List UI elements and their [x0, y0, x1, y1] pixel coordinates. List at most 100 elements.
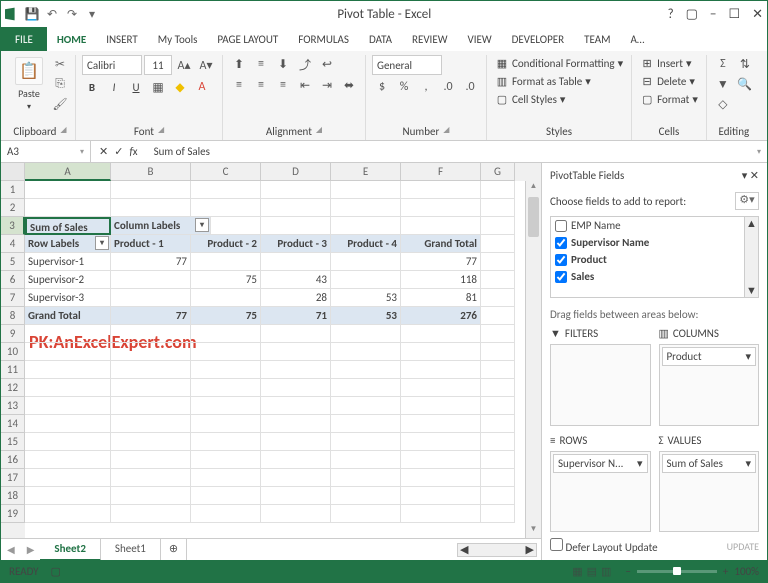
format-cells-button[interactable]: ▢Format ▾ [638, 91, 700, 107]
pivot-cell[interactable]: Product - 4 [331, 235, 401, 253]
cell[interactable] [111, 415, 191, 433]
cell[interactable] [261, 253, 331, 271]
columns-area[interactable]: ▥COLUMNS Product▾ [659, 327, 760, 426]
cell[interactable] [331, 379, 401, 397]
cell-styles-button[interactable]: ▢Cell Styles ▾ [493, 91, 567, 107]
view-buttons[interactable]: ▦▤▥ [570, 565, 613, 578]
cell[interactable] [261, 397, 331, 415]
cell[interactable] [191, 361, 261, 379]
tab-file[interactable]: FILE [1, 27, 47, 51]
field-item[interactable]: Product [551, 251, 758, 268]
cell[interactable] [261, 379, 331, 397]
cell[interactable] [331, 217, 401, 235]
field-item[interactable]: EMP Name [551, 217, 758, 234]
cell[interactable] [111, 181, 191, 199]
cell[interactable] [481, 307, 515, 325]
cell[interactable] [331, 451, 401, 469]
cell[interactable] [331, 181, 401, 199]
maximize-button[interactable]: ☐ [728, 7, 740, 22]
redo-button[interactable]: ↷ [63, 5, 81, 23]
cell[interactable] [25, 343, 111, 361]
pivot-cell[interactable]: 118 [401, 271, 481, 289]
filter-dropdown-icon[interactable]: ▾ [195, 218, 209, 232]
cell[interactable] [261, 505, 331, 523]
scroll-down-icon[interactable]: ▼ [526, 524, 541, 538]
pivot-cell[interactable]: Supervisor-1 [25, 253, 111, 271]
cell[interactable] [481, 181, 515, 199]
field-name[interactable]: Supervisor Name [571, 236, 649, 249]
cell[interactable] [481, 451, 515, 469]
align-top-icon[interactable]: ⬆ [229, 55, 249, 73]
tab-more[interactable]: A… [621, 27, 655, 51]
tab-home[interactable]: HOME [47, 27, 96, 51]
tab-insert[interactable]: INSERT [96, 27, 148, 51]
expand-formula-icon[interactable]: ▾ [751, 147, 767, 157]
close-button[interactable]: ✕ [752, 7, 763, 22]
tab-review[interactable]: REVIEW [402, 27, 458, 51]
cell[interactable] [481, 199, 515, 217]
cell[interactable] [191, 343, 261, 361]
cell[interactable] [401, 433, 481, 451]
pivot-cell[interactable]: 75 [191, 271, 261, 289]
cell[interactable] [191, 397, 261, 415]
cell[interactable] [111, 361, 191, 379]
cell[interactable] [481, 343, 515, 361]
pivot-cell[interactable]: 53 [331, 307, 401, 325]
pivot-cell[interactable]: Product - 3 [261, 235, 331, 253]
pivot-cell[interactable]: 75 [191, 307, 261, 325]
cell[interactable] [331, 505, 401, 523]
cell[interactable] [331, 271, 401, 289]
vertical-scrollbar[interactable]: ▲ ▼ [525, 181, 541, 538]
tab-formulas[interactable]: FORMULAS [288, 27, 359, 51]
row-header[interactable]: 15 [1, 433, 25, 451]
cell[interactable] [191, 415, 261, 433]
decrease-indent-icon[interactable]: ⇤ [295, 76, 315, 94]
font-size-input[interactable] [144, 55, 172, 75]
col-header[interactable]: D [261, 163, 331, 181]
paste-button[interactable]: 📋Paste▾ [11, 55, 47, 114]
pivot-cell[interactable]: Column Labels▾ [111, 217, 211, 235]
cell[interactable] [191, 433, 261, 451]
font-color-button[interactable]: A [192, 78, 212, 96]
pivot-cell[interactable]: 77 [401, 253, 481, 271]
col-header[interactable]: G [481, 163, 515, 181]
percent-icon[interactable]: % [394, 78, 414, 96]
row-header[interactable]: 9 [1, 325, 25, 343]
cell[interactable] [261, 469, 331, 487]
cancel-formula-icon[interactable]: ✕ [99, 145, 108, 158]
cell[interactable] [261, 451, 331, 469]
cell[interactable] [111, 199, 191, 217]
ribbon-options-button[interactable]: ▢ [686, 7, 698, 22]
horizontal-scrollbar[interactable]: ◀▶ [457, 543, 537, 557]
cell[interactable] [481, 433, 515, 451]
row-header[interactable]: 13 [1, 397, 25, 415]
cell[interactable] [25, 181, 111, 199]
insert-cells-button[interactable]: ⊞Insert ▾ [638, 55, 693, 71]
col-header[interactable]: E [331, 163, 401, 181]
cell[interactable] [191, 469, 261, 487]
cell[interactable] [481, 487, 515, 505]
align-left-icon[interactable]: ≡ [229, 76, 249, 94]
close-pane-icon[interactable]: ✕ [750, 169, 759, 182]
name-box[interactable]: A3▾ [1, 141, 91, 162]
cell[interactable] [111, 379, 191, 397]
row-header[interactable]: 7 [1, 289, 25, 307]
dialog-launcher-icon[interactable]: ◢ [60, 125, 66, 138]
save-button[interactable]: 💾 [23, 5, 41, 23]
decrease-decimal-icon[interactable]: .0 [460, 78, 480, 96]
tab-team[interactable]: TEAM [574, 27, 620, 51]
dialog-launcher-icon[interactable]: ◢ [443, 125, 449, 138]
cell[interactable] [191, 487, 261, 505]
cell[interactable] [481, 271, 515, 289]
cell[interactable] [25, 451, 111, 469]
pivot-cell[interactable]: Grand Total [25, 307, 111, 325]
border-button[interactable]: ▦ [148, 78, 168, 96]
cell[interactable] [261, 415, 331, 433]
pivot-cell[interactable]: 276 [401, 307, 481, 325]
formula-input[interactable]: Sum of Sales [146, 145, 751, 158]
align-right-icon[interactable]: ≡ [273, 76, 293, 94]
minimize-button[interactable]: − [710, 7, 716, 22]
font-name-input[interactable] [82, 55, 142, 75]
cell[interactable] [401, 415, 481, 433]
cell[interactable] [111, 505, 191, 523]
